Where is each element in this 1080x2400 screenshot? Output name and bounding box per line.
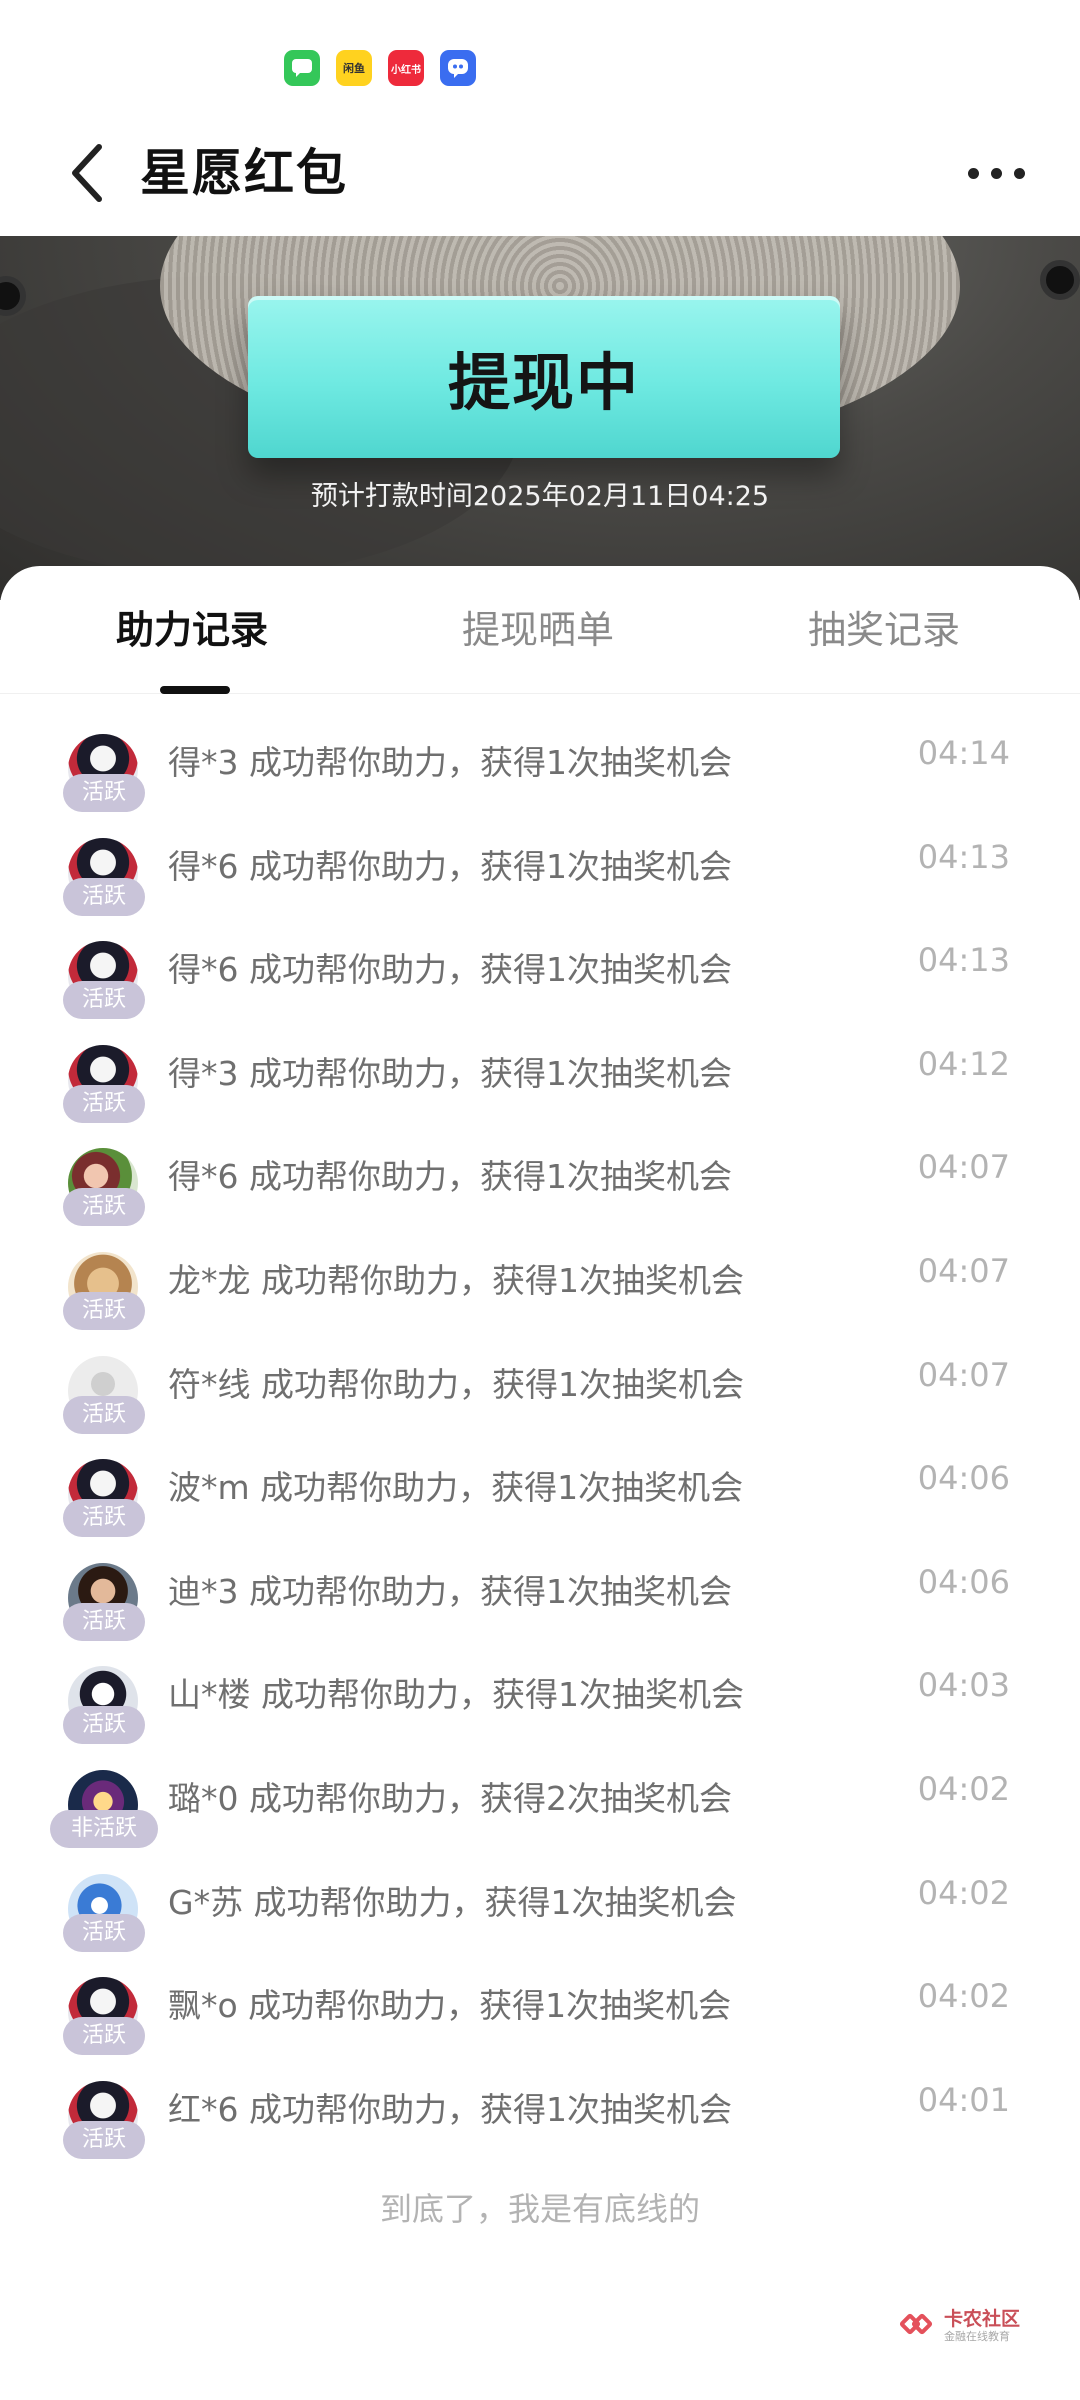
tab-indicator: [160, 686, 230, 694]
banner-decoration: [0, 276, 26, 316]
withdraw-status-banner: 提现中 预计打款时间2025年02月11日04:25: [0, 236, 1080, 600]
xiaohongshu-icon: 小红书: [388, 50, 424, 86]
status-badge: 非活跃: [50, 1809, 158, 1848]
status-badge: 活跃: [63, 774, 145, 812]
status-badge: 活跃: [63, 1913, 145, 1952]
record-time: 04:13: [917, 837, 1010, 876]
record-text: 飘*o 成功帮你助力，获得1次抽奖机会: [168, 1986, 732, 2026]
record-text: G*苏 成功帮你助力，获得1次抽奖机会: [168, 1882, 737, 1922]
back-button[interactable]: [52, 138, 122, 208]
record-time: 04:03: [917, 1666, 1010, 1705]
status-badge: 活跃: [63, 1084, 145, 1123]
banner-decoration: [1040, 260, 1080, 300]
record-text: 龙*龙 成功帮你助力，获得1次抽奖机会: [168, 1260, 744, 1300]
status-badge: 活跃: [63, 2017, 145, 2056]
records-card: 助力记录 提现晒单 抽奖记录 活跃 得*3 成功帮你助力，获得1次抽奖机会 04…: [0, 566, 1080, 2400]
record-text: 迪*3 成功帮你助力，获得1次抽奖机会: [168, 1571, 732, 1611]
tab-lottery-records[interactable]: 抽奖记录: [808, 600, 960, 660]
status-badge: 活跃: [63, 1706, 145, 1745]
assist-record-list[interactable]: 活跃 得*3 成功帮你助力，获得1次抽奖机会 04:14 活跃 得*6 成功帮你…: [0, 726, 1080, 2176]
record-time: 04:07: [917, 1251, 1010, 1290]
record-time: 04:06: [917, 1459, 1010, 1498]
record-text: 波*m 成功帮你助力，获得1次抽奖机会: [168, 1468, 744, 1508]
status-bar: 闲鱼 小红书: [0, 0, 1080, 110]
chat-bot-icon: [440, 50, 476, 86]
more-options-button[interactable]: [956, 138, 1036, 208]
watermark-title: 卡农社区: [944, 2308, 1021, 2330]
list-item: 活跃 得*3 成功帮你助力，获得1次抽奖机会 04:14: [0, 726, 1080, 830]
list-item: 活跃 飘*o 成功帮你助力，获得1次抽奖机会 04:02: [0, 1969, 1080, 2073]
list-item: 活跃 得*3 成功帮你助力，获得1次抽奖机会 04:12: [0, 1037, 1080, 1141]
list-item: 活跃 迪*3 成功帮你助力，获得1次抽奖机会 04:06: [0, 1555, 1080, 1659]
status-badge: 活跃: [63, 1602, 145, 1641]
message-icon: [284, 50, 320, 86]
watermark-subtitle: 金融在线教育: [944, 2330, 1010, 2343]
record-text: 得*3 成功帮你助力，获得1次抽奖机会: [168, 1053, 732, 1093]
tab-bar: 助力记录 提现晒单 抽奖记录: [0, 566, 1080, 694]
status-badge: 活跃: [63, 1291, 145, 1330]
status-badge: 活跃: [63, 1188, 145, 1227]
watermark: 卡农社区 金融在线教育: [898, 2308, 1021, 2344]
payout-time: 预计打款时间2025年02月11日04:25: [310, 481, 770, 512]
record-time: 04:02: [917, 1769, 1010, 1808]
record-time: 04:07: [917, 1355, 1010, 1394]
status-badge: 活跃: [63, 1395, 145, 1434]
more-dot-icon: [990, 167, 1002, 179]
list-item: 活跃 山*楼 成功帮你助力，获得1次抽奖机会 04:03: [0, 1658, 1080, 1762]
record-time: 04:13: [917, 941, 1010, 980]
record-time: 04:02: [917, 1873, 1010, 1912]
withdraw-status: 提现中: [447, 346, 640, 419]
more-dot-icon: [967, 167, 979, 179]
chevron-left-icon: [72, 144, 102, 202]
list-item: 活跃 得*6 成功帮你助力，获得1次抽奖机会 04:07: [0, 1140, 1080, 1244]
list-item: 活跃 红*6 成功帮你助力，获得1次抽奖机会 04:01: [0, 2073, 1080, 2177]
record-text: 红*6 成功帮你助力，获得1次抽奖机会: [168, 2089, 732, 2129]
list-item: 活跃 得*6 成功帮你助力，获得1次抽奖机会 04:13: [0, 933, 1080, 1037]
list-item: 活跃 波*m 成功帮你助力，获得1次抽奖机会 04:06: [0, 1451, 1080, 1555]
status-badge: 活跃: [63, 1499, 145, 1538]
app-yellow-icon: 闲鱼: [336, 50, 372, 86]
record-text: 得*6 成功帮你助力，获得1次抽奖机会: [168, 846, 732, 886]
withdraw-status-box: 提现中: [248, 296, 840, 458]
record-time: 04:12: [917, 1044, 1010, 1083]
record-text: 得*3 成功帮你助力，获得1次抽奖机会: [168, 743, 732, 782]
status-badge: 活跃: [63, 877, 145, 916]
record-text: 璐*0 成功帮你助力，获得2次抽奖机会: [168, 1778, 732, 1818]
record-text: 得*6 成功帮你助力，获得1次抽奖机会: [168, 950, 732, 990]
tab-assist-records[interactable]: 助力记录: [116, 600, 268, 660]
record-time: 04:01: [917, 2080, 1010, 2119]
list-item: 活跃 得*6 成功帮你助力，获得1次抽奖机会 04:13: [0, 830, 1080, 934]
list-item: 活跃 龙*龙 成功帮你助力，获得1次抽奖机会 04:07: [0, 1244, 1080, 1348]
kanong-logo-icon: [898, 2308, 936, 2344]
notification-icons: 闲鱼 小红书: [284, 50, 476, 86]
nav-bar: 星愿红包: [0, 110, 1080, 236]
record-text: 符*线 成功帮你助力，获得1次抽奖机会: [168, 1364, 744, 1404]
record-text: 山*楼 成功帮你助力，获得1次抽奖机会: [168, 1675, 744, 1715]
list-item: 活跃 符*线 成功帮你助力，获得1次抽奖机会 04:07: [0, 1348, 1080, 1452]
record-time: 04:02: [917, 1977, 1010, 2016]
tab-withdraw-showcase[interactable]: 提现晒单: [462, 600, 614, 660]
list-item: 活跃 G*苏 成功帮你助力，获得1次抽奖机会 04:02: [0, 1866, 1080, 1970]
status-badge: 活跃: [63, 981, 145, 1020]
record-time: 04:14: [917, 734, 1010, 772]
list-end-text: 到底了，我是有底线的: [379, 2190, 700, 2228]
list-item: 非活跃 璐*0 成功帮你助力，获得2次抽奖机会 04:02: [0, 1762, 1080, 1866]
page-title: 星愿红包: [140, 144, 348, 202]
record-text: 得*6 成功帮你助力，获得1次抽奖机会: [168, 1157, 732, 1197]
status-badge: 活跃: [63, 2120, 145, 2159]
record-time: 04:06: [917, 1562, 1010, 1601]
more-dot-icon: [1013, 167, 1025, 179]
record-time: 04:07: [917, 1148, 1010, 1187]
